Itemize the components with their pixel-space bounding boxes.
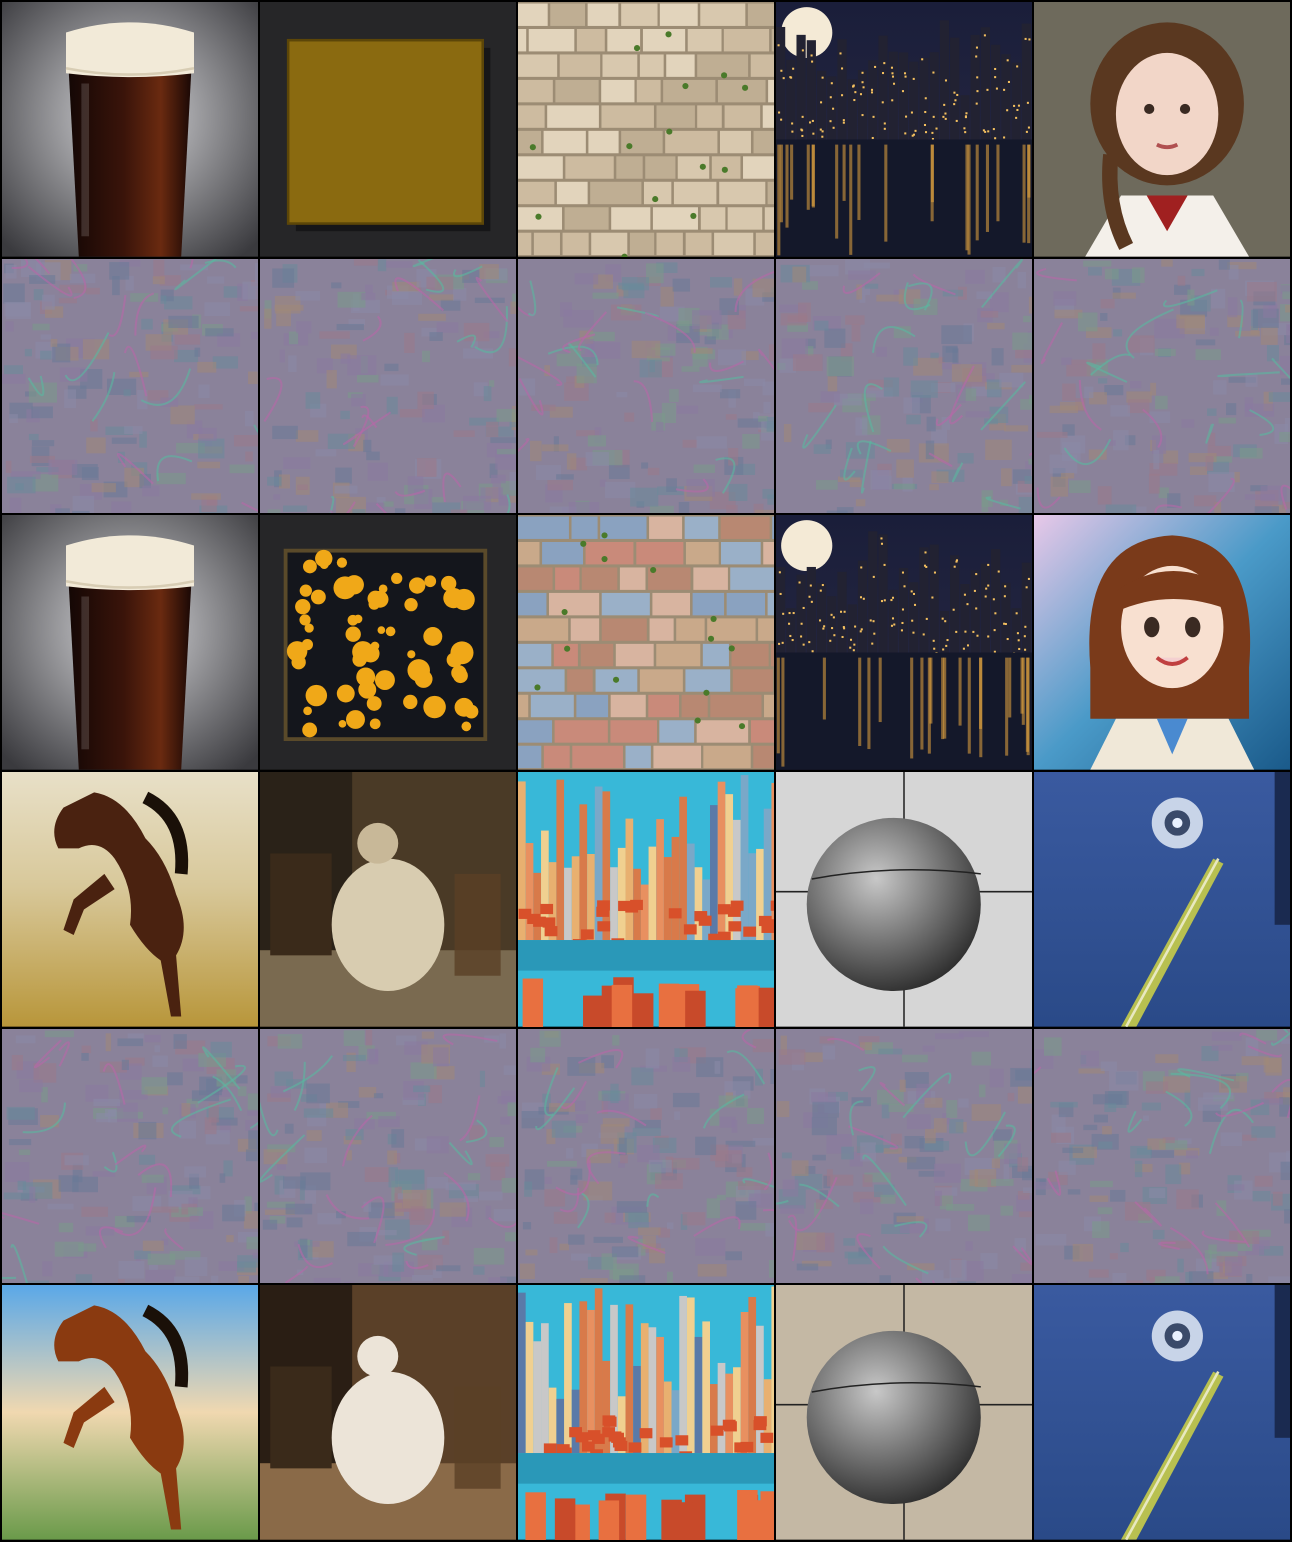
anime-woman-result — [260, 1285, 516, 1540]
noise-square — [260, 258, 516, 514]
sepia-woman-source — [260, 772, 516, 1027]
space-station-result-image — [1034, 1285, 1290, 1540]
noise-sphere-image — [776, 1028, 1032, 1284]
noise-sphere — [776, 1028, 1032, 1284]
noise-horse-image — [2, 1028, 258, 1284]
noise-square-image — [260, 258, 516, 514]
space-station-result — [1034, 1285, 1290, 1540]
space-station-source — [1034, 772, 1290, 1027]
brick-wall-result-image — [518, 515, 774, 770]
space-station-source-image — [1034, 772, 1290, 1027]
anime-girl-result-image — [1034, 515, 1290, 770]
horse-painting-source-image — [2, 772, 258, 1027]
girl-portrait-source — [1034, 2, 1290, 257]
sphere-sketch-source — [776, 772, 1032, 1027]
noise-sepia — [260, 1028, 516, 1284]
horse-painting-source — [2, 772, 258, 1027]
beer-glass-source-image — [2, 2, 258, 257]
image-grid — [0, 0, 1292, 1542]
night-city-source — [776, 2, 1032, 257]
night-city-result — [776, 515, 1032, 770]
noise-wall — [518, 258, 774, 514]
noise-space — [1034, 1028, 1290, 1284]
mustard-square-source — [260, 2, 516, 257]
anime-horse-result — [2, 1285, 258, 1540]
girl-portrait-source-image — [1034, 2, 1290, 257]
sphere-sketch-source-image — [776, 772, 1032, 1027]
noise-colorcity — [518, 1028, 774, 1284]
flower-square-result — [260, 515, 516, 770]
noise-nightcity-image — [776, 258, 1032, 514]
stone-wall-source — [518, 2, 774, 257]
noise-sepia-image — [260, 1028, 516, 1284]
colorful-city-result-image — [518, 1285, 774, 1540]
beer-glass-result — [2, 515, 258, 770]
brick-wall-result — [518, 515, 774, 770]
flower-square-result-image — [260, 515, 516, 770]
anime-girl-result — [1034, 515, 1290, 770]
noise-beer-image — [2, 258, 258, 514]
noise-girl — [1034, 258, 1290, 514]
anime-horse-result-image — [2, 1285, 258, 1540]
colorful-city-result — [518, 1285, 774, 1540]
beer-glass-result-image — [2, 515, 258, 770]
noise-space-image — [1034, 1028, 1290, 1284]
sepia-woman-source-image — [260, 772, 516, 1027]
noise-girl-image — [1034, 258, 1290, 514]
night-city-source-image — [776, 2, 1032, 257]
noise-colorcity-image — [518, 1028, 774, 1284]
mustard-square-source-image — [260, 2, 516, 257]
noise-wall-image — [518, 258, 774, 514]
sphere-sketch-result-image — [776, 1285, 1032, 1540]
beer-glass-source — [2, 2, 258, 257]
stone-wall-source-image — [518, 2, 774, 257]
night-city-result-image — [776, 515, 1032, 770]
colorful-city-source — [518, 772, 774, 1027]
anime-woman-result-image — [260, 1285, 516, 1540]
noise-horse — [2, 1028, 258, 1284]
colorful-city-source-image — [518, 772, 774, 1027]
noise-beer — [2, 258, 258, 514]
sphere-sketch-result — [776, 1285, 1032, 1540]
noise-nightcity — [776, 258, 1032, 514]
